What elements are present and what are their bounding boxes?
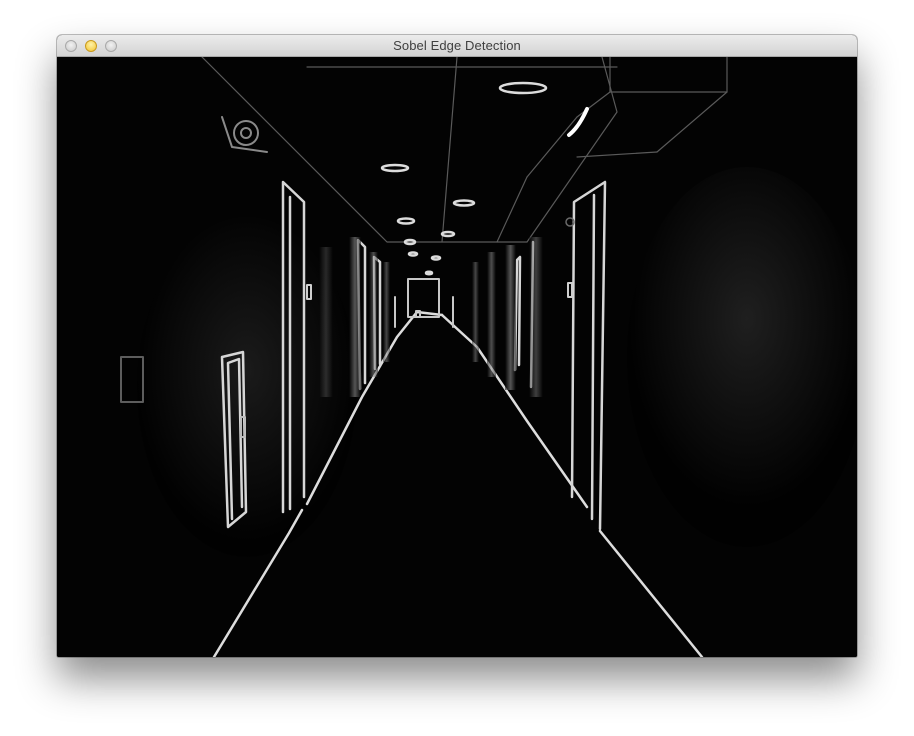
edge-image-canvas <box>57 57 857 657</box>
app-window: Sobel Edge Detection <box>57 35 857 657</box>
window-title: Sobel Edge Detection <box>393 38 521 53</box>
window-titlebar[interactable]: Sobel Edge Detection <box>57 35 857 57</box>
edge-detected-hallway-image <box>57 57 857 657</box>
right-wall-glow <box>627 167 857 547</box>
